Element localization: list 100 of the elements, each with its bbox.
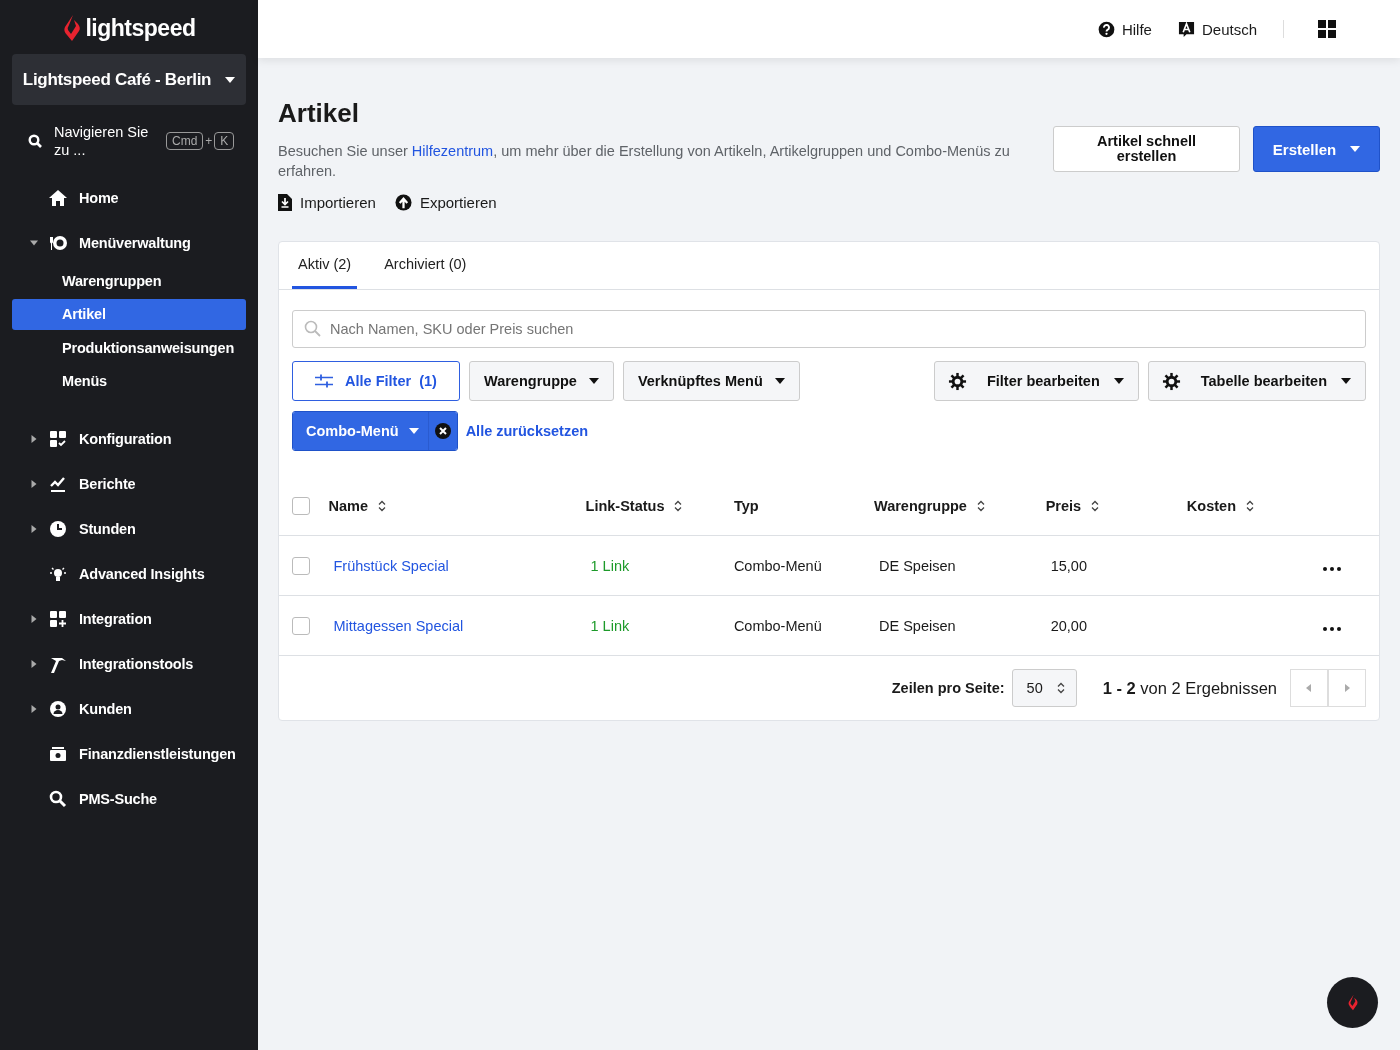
select-all-checkbox[interactable] [292,496,310,515]
location-selector[interactable]: Lightspeed Café - Berlin [12,54,246,105]
edit-dropdown[interactable]: Tabelle bearbeiten [1147,361,1366,401]
flame-icon [1346,994,1359,1011]
previous-arrow-icon [1306,684,1312,692]
create-button[interactable]: Erstellen [1253,126,1380,172]
flame-logo-icon [62,14,83,42]
sidebar-item[interactable]: Konfiguration [79,431,172,447]
filter-chip[interactable]: Combo-Menü [292,411,458,451]
search-field[interactable]: Nach Namen, SKU oder Preis suchen [292,310,1366,348]
filter-dropdown[interactable]: Warengruppe [469,361,614,401]
collapsed-arrow-icon[interactable] [30,705,38,713]
help-center-link[interactable]: Hilfezentrum [411,143,494,159]
page-description: Besuchen Sie unser Hilfezentrum, um mehr über die Erstellung von Artikeln, Artikelgruppen und Combo-Menüs zu erfahren. [278,142,1011,181]
item-name-link[interactable]: Mittagessen Special [333,617,464,634]
collapsed-arrow-icon[interactable] [30,435,38,443]
sidebar-item[interactable]: Berichte [79,476,136,492]
collapsed-arrow-icon[interactable] [30,615,38,623]
navigation-search[interactable]: Navigieren Sie zu ... [54,123,154,159]
sidebar-item[interactable]: Advanced Insights [79,566,205,582]
rows-per-page-select[interactable]: 50 [1011,669,1077,707]
item-name-link[interactable]: Frühstück Special [333,557,449,574]
language-icon [1177,20,1195,38]
sidebar-subitem[interactable]: Menüs [12,365,246,397]
plus-sign: + [205,134,213,148]
sidebar-item[interactable]: Finanzdienstleistungen [79,746,236,762]
table-cell: Combo-Menü [733,617,822,634]
column-header[interactable]: Name [328,497,368,514]
sidebar-item[interactable]: Home [79,189,119,206]
sort-icon[interactable] [674,499,683,512]
table-cell: Combo-Menü [733,557,822,574]
caret-icon [588,378,599,384]
filter-dropdown[interactable]: Verknüpftes Menü [622,361,800,401]
expanded-arrow-icon[interactable] [30,238,38,247]
row-checkbox[interactable] [292,556,310,575]
caret-icon [774,378,785,384]
caret-icon [1350,146,1361,152]
cash-icon [48,744,68,764]
language-selector[interactable]: Deutsch [1201,20,1257,38]
search-icon [304,320,321,337]
column-header[interactable]: Link-Status [585,497,665,514]
keyboard-key: K [214,132,235,150]
caret-icon [408,428,419,434]
table-cell: DE Speisen [879,617,956,634]
tab[interactable]: Aktiv (2) [292,242,358,289]
row-checkbox[interactable] [292,616,310,635]
sidebar-subitem[interactable]: Warengruppen [12,265,246,296]
action-link[interactable]: Importieren [300,194,376,211]
keyboard-key: Cmd [166,132,204,150]
collapsed-arrow-icon[interactable] [30,660,38,668]
reset-all-link[interactable]: Alle zurücksetzen [465,423,589,439]
collapsed-arrow-icon[interactable] [30,525,38,533]
price-cell: 20,00 [1050,617,1087,634]
clock-icon [48,519,68,539]
sidebar-item[interactable]: Integration [79,611,152,627]
action-link[interactable]: Exportieren [419,194,497,211]
sidebar-subitem[interactable]: Produktionsanweisungen [12,332,246,363]
sidebar-item[interactable]: Menüverwaltung [79,234,191,251]
brand-logo: lightspeed [85,14,196,42]
table-cell: DE Speisen [879,557,956,574]
person-icon [48,699,68,719]
more-options-icon[interactable] [1322,566,1341,571]
all-filters-button[interactable]: Alle Filter (1) [292,361,460,401]
tab[interactable]: Archiviert (0) [378,242,473,289]
sidebar-item[interactable]: Integrationstools [79,656,194,672]
chat-button[interactable] [1327,977,1378,1028]
caret-icon [1341,378,1351,384]
close-icon[interactable] [434,423,451,439]
help-icon [1097,20,1115,38]
sort-icon[interactable] [1246,499,1254,512]
results-count: 1 - 2 von 2 Ergebnissen [1102,678,1277,698]
help-link[interactable]: Hilfe [1121,20,1152,38]
sidebar-item[interactable]: PMS-Suche [79,791,157,807]
sort-icon[interactable] [378,499,386,512]
grid-check-icon [48,429,68,449]
gear-icon [1161,371,1181,391]
sidebar-item[interactable]: Stunden [79,521,136,537]
column-header[interactable]: Preis [1045,497,1082,514]
grid-plus-icon [48,609,68,629]
apps-grid-icon[interactable] [1318,20,1336,38]
column-header[interactable]: Warengruppe [874,497,967,514]
search-icon [28,134,42,148]
caret-icon [225,76,236,83]
sidebar-subitem[interactable]: Artikel [12,298,246,330]
link-status: 1 Link [590,617,630,634]
link-status: 1 Link [590,557,630,574]
rows-per-page-label: Zeilen pro Seite: [891,680,1005,696]
search-icon [48,789,68,809]
more-options-icon[interactable] [1322,626,1341,631]
sort-icon[interactable] [1091,499,1100,512]
column-header[interactable]: Kosten [1186,497,1236,514]
gear-icon [947,371,967,391]
sort-icon[interactable] [976,499,985,512]
collapsed-arrow-icon[interactable] [30,480,38,488]
edit-dropdown[interactable]: Filter bearbeiten [933,361,1139,401]
sidebar-item[interactable]: Kunden [79,701,132,717]
file-download-icon [278,194,292,211]
quick-create-button[interactable]: Artikel schnell erstellen [1053,126,1240,172]
price-cell: 15,00 [1050,557,1087,574]
column-header[interactable]: Typ [733,497,759,514]
